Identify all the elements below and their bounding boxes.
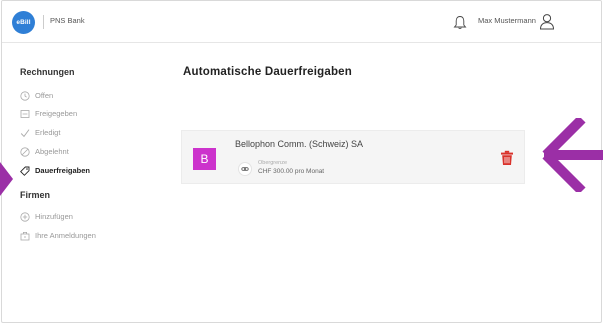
sidebar-item-label: Offen xyxy=(35,91,54,100)
top-bar: eBill PNS Bank Max Mustermann xyxy=(2,1,601,43)
sidebar-item-hinzufuegen[interactable]: Hinzufügen xyxy=(20,210,73,223)
sidebar-item-erledigt[interactable]: Erledigt xyxy=(20,126,60,139)
annotation-arrow-right xyxy=(542,118,603,192)
sidebar-item-abgelehnt[interactable]: Abgelehnt xyxy=(20,145,69,158)
sidebar-item-freigegeben[interactable]: Freigegeben xyxy=(20,107,77,120)
sidebar-item-label: Hinzufügen xyxy=(35,212,73,221)
trash-icon[interactable] xyxy=(500,150,514,166)
merchant-logo: B xyxy=(193,148,216,170)
sidebar-item-dauerfreigaben[interactable]: Dauerfreigaben xyxy=(20,164,90,177)
sidebar-item-label: Freigegeben xyxy=(35,109,78,118)
annotation-arrow-left xyxy=(0,162,13,196)
sidebar-item-offen[interactable]: Offen xyxy=(20,89,53,102)
checkmark-icon xyxy=(20,128,30,138)
limit-value: CHF 300.00 pro Monat xyxy=(258,168,325,175)
clock-icon xyxy=(20,90,30,101)
sidebar-item-label: Dauerfreigaben xyxy=(35,166,91,175)
rejected-icon xyxy=(20,146,30,157)
tag-icon xyxy=(20,166,30,176)
user-icon[interactable] xyxy=(539,13,555,30)
link-icon xyxy=(238,162,252,176)
section-title-firmen: Firmen xyxy=(20,190,51,200)
user-name[interactable]: Max Mustermann xyxy=(478,16,536,25)
sidebar: Rechnungen Offen Freigegeben Erledigt Ab… xyxy=(2,43,172,322)
header-divider xyxy=(43,15,44,29)
ebill-logo[interactable]: eBill xyxy=(12,11,35,34)
sidebar-item-label: Ihre Anmeldungen xyxy=(35,231,96,240)
merchant-name: Bellophon Comm. (Schweiz) SA xyxy=(235,139,364,149)
page-title: Automatische Dauerfreigaben xyxy=(183,66,352,78)
bell-icon[interactable] xyxy=(453,15,467,30)
sidebar-item-anmeldungen[interactable]: Ihre Anmeldungen xyxy=(20,229,96,242)
app-window: eBill PNS Bank Max Mustermann Rechnungen… xyxy=(1,0,602,323)
bank-name: PNS Bank xyxy=(50,16,85,25)
sidebar-item-label: Abgelehnt xyxy=(35,147,69,156)
plus-circle-icon xyxy=(20,211,30,222)
sidebar-item-label: Erledigt xyxy=(35,128,61,137)
section-title-rechnungen: Rechnungen xyxy=(20,67,75,77)
approval-card[interactable]: B Bellophon Comm. (Schweiz) SA Obergrenz… xyxy=(181,130,525,184)
limit-label: Obergrenze xyxy=(258,160,288,166)
approved-icon xyxy=(20,109,30,119)
registrations-icon xyxy=(20,231,30,241)
